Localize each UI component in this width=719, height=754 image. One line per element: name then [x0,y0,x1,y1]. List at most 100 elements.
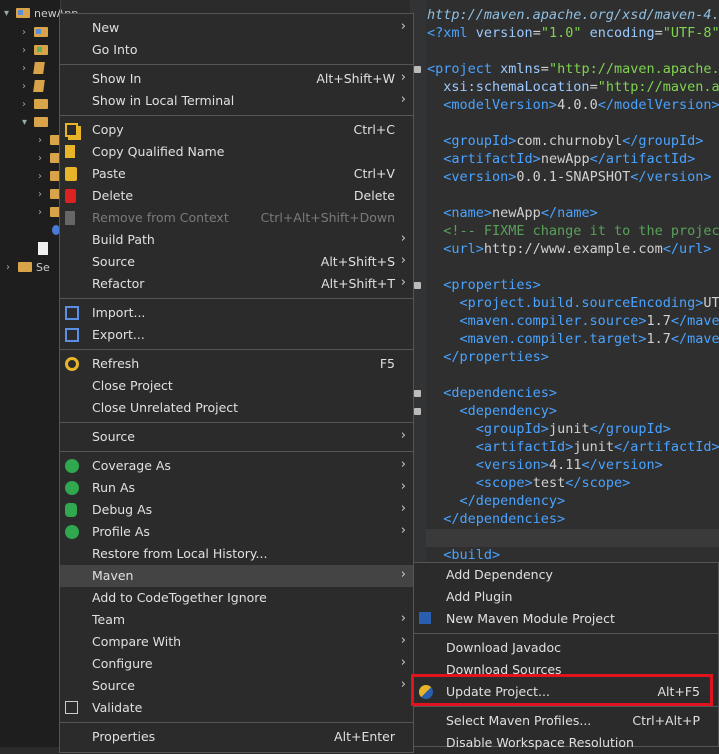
menu-item-copy[interactable]: Copy Ctrl+C [60,119,413,141]
menu-item-add-plugin[interactable]: Add Plugin [414,586,718,608]
menu-item-run-as[interactable]: Run As › [60,477,413,499]
tree-item[interactable]: › [22,41,48,59]
code-line[interactable]: </dependency> [427,492,566,510]
code-line[interactable]: <maven.compiler.source>1.7</maven [427,312,719,330]
menu-item-refactor[interactable]: Refactor Alt+Shift+T › [60,273,413,295]
menu-item-properties[interactable]: Properties Alt+Enter [60,726,413,748]
tree-item[interactable]: › [22,23,48,41]
code-line[interactable]: <!-- FIXME change it to the project [427,222,719,240]
menu-item-close-project[interactable]: Close Project [60,375,413,397]
tree-item-servers[interactable]: › Se [6,258,50,276]
menu-item-source[interactable]: Source › [60,675,413,697]
library-icon [33,62,45,74]
menu-item-new-maven-module-project[interactable]: New Maven Module Project [414,608,718,630]
code-token: = [589,79,598,95]
code-line[interactable]: <url>http://www.example.com</url> [427,240,711,258]
tree-item[interactable]: ▾ [22,113,48,131]
menu-item-source[interactable]: Source › [60,426,413,448]
fold-toggle-icon[interactable] [414,408,421,415]
menu-item-new[interactable]: New › [60,17,413,39]
collapse-icon[interactable]: ▾ [4,8,16,19]
code-line[interactable]: <groupId>junit</groupId> [427,420,671,438]
code-token: <dependencies> [443,385,558,401]
code-line[interactable]: <modelVersion>4.0.0</modelVersion> [427,96,719,114]
code-line[interactable]: <maven.compiler.target>1.7</maven [427,330,719,348]
code-line[interactable]: <artifactId>newApp</artifactId> [427,150,695,168]
tree-item[interactable]: › [22,59,45,77]
code-line[interactable]: <version>4.11</version> [427,456,663,474]
code-line[interactable]: <dependency> [427,402,558,420]
menu-item-show-in[interactable]: Show In Alt+Shift+W › [60,68,413,90]
code-line[interactable]: <groupId>com.churnobyl</groupId> [427,132,703,150]
code-line[interactable]: xsi:schemaLocation="http://maven.ap [427,78,719,96]
menu-item-compare-with[interactable]: Compare With › [60,631,413,653]
menu-item-label: Close Unrelated Project [92,400,239,415]
menu-item-debug-as[interactable]: Debug As › [60,499,413,521]
code-token: <groupId> [443,133,517,149]
menu-separator [60,298,413,299]
menu-item-build-path[interactable]: Build Path › [60,229,413,251]
menu-item-shortcut: Ctrl+V [353,166,395,181]
menu-item-label: Add Dependency [446,567,553,582]
code-line[interactable]: <project xmlns="http://maven.apache.o [427,60,719,78]
fold-toggle-icon[interactable] [414,66,421,73]
code-line[interactable]: <project.build.sourceEncoding>UTF [427,294,719,312]
menu-item-export[interactable]: Export... [60,324,413,346]
menu-item-label: Download Javadoc [446,640,561,655]
menu-item-import[interactable]: Import... [60,302,413,324]
menu-item-download-javadoc[interactable]: Download Javadoc [414,637,718,659]
menu-item-copy-qualified-name[interactable]: Copy Qualified Name [60,141,413,163]
fold-toggle-icon[interactable] [414,282,421,289]
tree-item-pom[interactable] [38,239,48,257]
tree-item[interactable]: › [22,77,45,95]
menu-item-profile-as[interactable]: Profile As › [60,521,413,543]
code-line[interactable]: <name>newApp</name> [427,204,597,222]
menu-item-disable-workspace-resolution[interactable]: Disable Workspace Resolution [414,732,718,754]
code-token: newApp [540,151,590,167]
menu-item-label: Add to CodeTogether Ignore [92,590,267,605]
menu-item-team[interactable]: Team › [60,609,413,631]
menu-item-show-in-local-terminal[interactable]: Show in Local Terminal › [60,90,413,112]
code-line[interactable]: <?xml version="1.0" encoding="UTF-8"?> [427,24,719,42]
code-line[interactable]: <artifactId>junit</artifactId> [427,438,719,456]
code-line[interactable]: </properties> [427,348,549,366]
menu-item-paste[interactable]: Paste Ctrl+V [60,163,413,185]
menu-item-go-into[interactable]: Go Into [60,39,413,61]
menu-item-close-unrelated-project[interactable]: Close Unrelated Project [60,397,413,419]
menu-item-refresh[interactable]: Refresh F5 [60,353,413,375]
code-line[interactable]: <properties> [427,276,541,294]
code-token: <project.build.sourceEncoding> [459,295,704,311]
menu-item-add-dependency[interactable]: Add Dependency [414,564,718,586]
code-line[interactable]: http://maven.apache.org/xsd/maven-4.0 [427,6,719,24]
menu-item-select-maven-profiles[interactable]: Select Maven Profiles... Ctrl+Alt+P [414,710,718,732]
code-line[interactable]: <scope>test</scope> [427,474,630,492]
menu-item-delete[interactable]: Delete Delete [60,185,413,207]
menu-item-add-to-codetogether-ignore[interactable]: Add to CodeTogether Ignore [60,587,413,609]
menu-item-coverage-as[interactable]: Coverage As › [60,455,413,477]
menu-item-maven[interactable]: Maven › [60,565,413,587]
menu-item-restore-from-local-history[interactable]: Restore from Local History... [60,543,413,565]
tree-item[interactable]: › [22,95,48,113]
code-line[interactable]: </dependencies> [427,510,565,528]
menu-item-configure[interactable]: Configure › [60,653,413,675]
menu-item-label: New Maven Module Project [446,611,615,626]
code-token: version [475,25,533,41]
source-folder-icon [34,27,48,37]
code-line[interactable]: <dependencies> [427,384,557,402]
code-token: = [532,25,541,41]
fold-toggle-icon[interactable] [414,390,421,397]
code-token: </maven [670,313,719,329]
code-token: = [540,61,549,77]
menu-item-source[interactable]: Source Alt+Shift+S › [60,251,413,273]
code-line[interactable]: <version>0.0.1-SNAPSHOT</version> [427,168,711,186]
menu-item-validate[interactable]: Validate [60,697,413,719]
